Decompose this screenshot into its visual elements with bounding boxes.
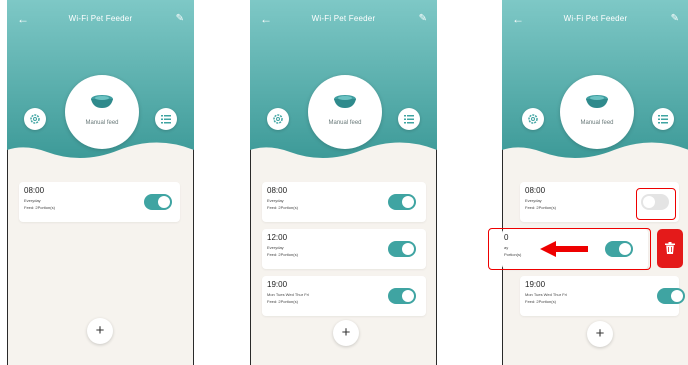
schedule-portion: Feed: 2Portion(s) (525, 299, 556, 304)
pencil-icon[interactable]: ✎ (176, 12, 184, 26)
schedule-portion: Feed: 2Portion(s) (267, 299, 298, 304)
schedule-toggle[interactable] (388, 241, 416, 257)
header: ← Wi-Fi Pet Feeder ✎ Manual feed (7, 0, 194, 172)
schedule-time: 08:00 (24, 186, 45, 195)
manual-feed-label: Manual feed (85, 120, 119, 126)
list-icon (161, 115, 171, 124)
add-schedule-button[interactable]: + (333, 320, 359, 346)
schedule-time: 08:00 (267, 186, 288, 195)
schedule-repeat: Mon Tues Wed Thur Fri (525, 292, 567, 297)
phone-screen-1: ← Wi-Fi Pet Feeder ✎ Manual feed 08:00 E… (7, 0, 194, 365)
gear-icon (273, 114, 283, 124)
header: ← Wi-Fi Pet Feeder ✎ Manual feed (502, 0, 688, 172)
settings-button[interactable] (522, 108, 544, 130)
pencil-icon[interactable]: ✎ (671, 12, 679, 26)
schedule-card[interactable]: 12:00 Everyday Feed: 2Portion(s) (262, 229, 426, 269)
schedule-time: 19:00 (267, 280, 288, 289)
pencil-icon[interactable]: ✎ (419, 12, 427, 26)
records-button[interactable] (155, 108, 177, 130)
phone-screen-2: ← Wi-Fi Pet Feeder ✎ Manual feed 08:00 E… (250, 0, 437, 365)
schedule-toggle[interactable] (388, 194, 416, 210)
schedule-repeat: Everyday (24, 198, 41, 203)
plus-icon: + (95, 322, 105, 339)
swipe-left-arrow-icon (540, 241, 588, 257)
page-title: Wi-Fi Pet Feeder (68, 14, 133, 23)
settings-button[interactable] (267, 108, 289, 130)
list-icon (658, 115, 668, 124)
schedule-time: 12:00 (267, 233, 288, 242)
manual-feed-button[interactable]: Manual feed (560, 75, 634, 149)
manual-feed-label: Manual feed (328, 120, 362, 126)
schedule-card[interactable]: 08:00 Everyday Feed: 2Portion(s) (262, 182, 426, 222)
gear-icon (528, 114, 538, 124)
plus-icon: + (595, 325, 605, 342)
schedule-time: 19:00 (525, 280, 546, 289)
bowl-icon (91, 95, 113, 108)
header: ← Wi-Fi Pet Feeder ✎ Manual feed (250, 0, 437, 172)
schedule-portion: Feed: 2Portion(s) (24, 205, 55, 210)
manual-feed-label: Manual feed (580, 120, 614, 126)
bowl-icon (334, 95, 356, 108)
page-title: Wi-Fi Pet Feeder (563, 14, 628, 23)
bowl-icon (586, 95, 608, 108)
plus-icon: + (341, 324, 351, 341)
add-schedule-button[interactable]: + (587, 321, 613, 347)
gear-icon (30, 114, 40, 124)
schedule-repeat: Mon Tues Wed Thur Fri (267, 292, 309, 297)
schedule-portion: Feed: 2Portion(s) (267, 205, 298, 210)
schedule-toggle[interactable] (144, 194, 172, 210)
records-button[interactable] (398, 108, 420, 130)
page-title: Wi-Fi Pet Feeder (311, 14, 376, 23)
schedule-card[interactable]: 19:00 Mon Tues Wed Thur Fri Feed: 2Porti… (262, 276, 426, 316)
schedule-portion: Feed: 2Portion(s) (525, 205, 556, 210)
schedule-card[interactable]: 19:00 Mon Tues Wed Thur Fri Feed: 2Porti… (520, 276, 685, 316)
records-button[interactable] (652, 108, 674, 130)
delete-button[interactable] (657, 229, 683, 268)
schedule-toggle[interactable] (657, 288, 685, 304)
schedule-toggle[interactable] (388, 288, 416, 304)
schedule-repeat: Everyday (267, 198, 284, 203)
manual-feed-button[interactable]: Manual feed (308, 75, 382, 149)
phone-screen-3: ← Wi-Fi Pet Feeder ✎ Manual feed 08:00 E… (502, 0, 688, 365)
settings-button[interactable] (24, 108, 46, 130)
schedule-card[interactable]: 08:00 Everyday Feed: 2Portion(s) (19, 182, 180, 222)
schedule-repeat: Everyday (267, 245, 284, 250)
schedule-time: 08:00 (525, 186, 546, 195)
trash-icon (665, 242, 675, 254)
schedule-portion: Feed: 2Portion(s) (267, 252, 298, 257)
highlight-toggle-off (636, 188, 676, 220)
add-schedule-button[interactable]: + (87, 318, 113, 344)
schedule-repeat: Everyday (525, 198, 542, 203)
list-icon (404, 115, 414, 124)
manual-feed-button[interactable]: Manual feed (65, 75, 139, 149)
